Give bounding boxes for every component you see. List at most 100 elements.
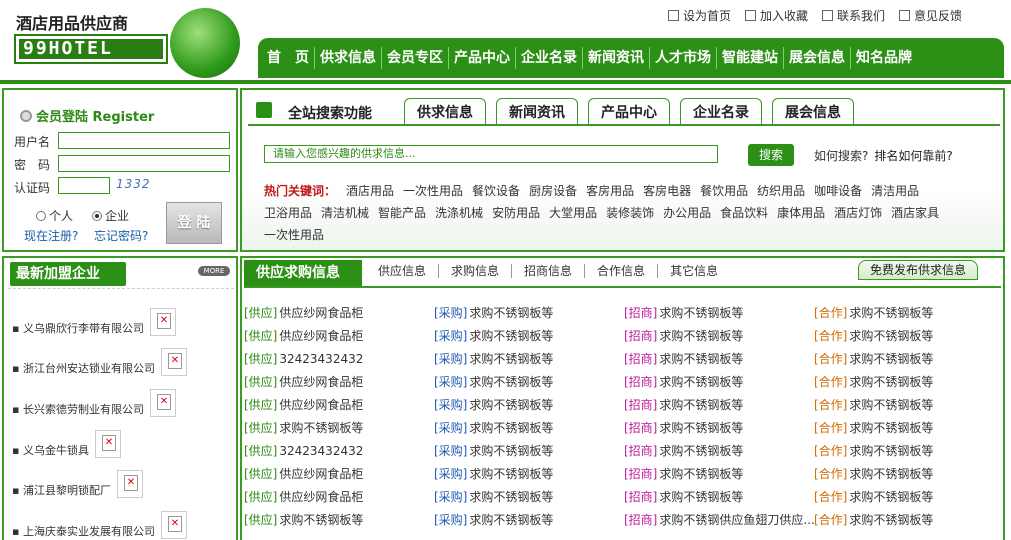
list-item[interactable]: [采购] 求购不锈钢板等 (434, 465, 624, 488)
list-item[interactable]: [合作] 求购不锈钢板等 (814, 327, 1004, 350)
hot-keyword[interactable]: 咖啡设备 (814, 184, 862, 198)
radio-personal[interactable]: 个人 (36, 207, 73, 224)
list-item[interactable]: [招商] 求购不锈钢板等 (624, 304, 814, 327)
tab-products[interactable]: 产品中心 (588, 98, 670, 125)
list-item[interactable]: [供应] 供应纱网食品柜 (244, 488, 434, 511)
list-item[interactable]: [采购] 求购不锈钢板等 (434, 488, 624, 511)
hot-keyword[interactable]: 酒店灯饰 (834, 206, 882, 220)
nav-brands[interactable]: 知名品牌 (851, 47, 917, 69)
hot-keyword[interactable]: 食品饮料 (720, 206, 768, 220)
ranking-help-link[interactable]: 排名如何靠前? (874, 149, 952, 163)
hot-keyword[interactable]: 一次性用品 (403, 184, 463, 198)
hot-keyword[interactable]: 餐饮用品 (700, 184, 748, 198)
list-item[interactable]: [供应] 求购不锈钢板等 (244, 511, 434, 534)
login-button[interactable]: 登 陆 (166, 202, 222, 244)
tab-supply[interactable]: 供求信息 (404, 98, 486, 125)
list-item[interactable]: [供应] 32423432432 (244, 442, 434, 465)
list-item[interactable]: [采购] 求购不锈钢板等 (434, 327, 624, 350)
list-item[interactable]: [合作] 求购不锈钢板等 (814, 442, 1004, 465)
search-button[interactable]: 搜索 (748, 144, 794, 166)
list-item[interactable]: [招商] 求购不锈钢板等 (624, 465, 814, 488)
hot-keyword[interactable]: 装修装饰 (606, 206, 654, 220)
list-item[interactable]: [合作] 求购不锈钢板等 (814, 304, 1004, 327)
tab-supply-info[interactable]: 供应信息 (378, 264, 440, 278)
list-item[interactable]: [供应] 供应纱网食品柜 (244, 327, 434, 350)
tab-invest-info[interactable]: 招商信息 (512, 264, 586, 278)
company-item[interactable]: ▪ 上海庆泰实业发展有限公司 (12, 511, 187, 539)
hot-keyword[interactable]: 酒店用品 (346, 184, 394, 198)
captcha-image[interactable]: 1332 (116, 177, 151, 191)
nav-directory[interactable]: 企业名录 (516, 47, 583, 69)
list-item[interactable]: [合作] 求购不锈钢板等 (814, 350, 1004, 373)
list-item[interactable]: [招商] 求购不锈钢板等 (624, 373, 814, 396)
list-item[interactable]: [供应] 求购不锈钢板等 (244, 419, 434, 442)
company-item[interactable]: ▪ 浙江台州安达锁业有限公司 (12, 348, 187, 376)
list-item[interactable]: [采购] 求购不锈钢板等 (434, 511, 624, 534)
contact-link[interactable]: 联系我们 (822, 6, 885, 24)
list-item[interactable]: [招商] 求购不锈钢板等 (624, 419, 814, 442)
hot-keyword[interactable]: 酒店家具 (891, 206, 939, 220)
tab-other-info[interactable]: 其它信息 (658, 264, 730, 278)
search-input[interactable]: 请输入您感兴趣的供求信息... (264, 145, 718, 163)
nav-supply[interactable]: 供求信息 (315, 47, 382, 69)
company-item[interactable]: ▪ 浦江县黎明锁配厂 (12, 470, 143, 498)
logo[interactable]: 酒店用品供应商 99HOTEL (12, 6, 242, 78)
list-item[interactable]: [合作] 求购不锈钢板等 (814, 511, 1004, 534)
hot-keyword[interactable]: 纺织用品 (757, 184, 805, 198)
free-post-button[interactable]: 免费发布供求信息 (858, 260, 978, 280)
radio-company[interactable]: 企业 (92, 207, 129, 224)
list-item[interactable]: [采购] 求购不锈钢板等 (434, 350, 624, 373)
list-item[interactable]: [供应] 供应纱网食品柜 (244, 396, 434, 419)
nav-members[interactable]: 会员专区 (382, 47, 449, 69)
list-item[interactable]: [采购] 求购不锈钢板等 (434, 373, 624, 396)
list-item[interactable]: [采购] 求购不锈钢板等 (434, 442, 624, 465)
hot-keyword[interactable]: 厨房设备 (529, 184, 577, 198)
list-item[interactable]: [供应] 32423432432 (244, 350, 434, 373)
hot-keyword[interactable]: 客房用品 (586, 184, 634, 198)
nav-home[interactable]: 首 页 (262, 47, 315, 69)
list-item[interactable]: [合作] 求购不锈钢板等 (814, 373, 1004, 396)
tab-coop-info[interactable]: 合作信息 (585, 264, 659, 278)
list-item[interactable]: [招商] 求购不锈钢板等 (624, 327, 814, 350)
more-button[interactable]: MORE (198, 266, 230, 276)
hot-keyword[interactable]: 清洁机械 (321, 206, 369, 220)
set-homepage-link[interactable]: 设为首页 (668, 6, 731, 24)
tab-expo[interactable]: 展会信息 (772, 98, 854, 125)
username-input[interactable] (58, 132, 230, 149)
tab-directory[interactable]: 企业名录 (680, 98, 762, 125)
hot-keyword[interactable]: 办公用品 (663, 206, 711, 220)
list-item[interactable]: [采购] 求购不锈钢板等 (434, 396, 624, 419)
company-item[interactable]: ▪ 长兴索德劳制业有限公司 (12, 389, 176, 417)
list-item[interactable]: [合作] 求购不锈钢板等 (814, 396, 1004, 419)
list-item[interactable]: [招商] 求购不锈钢板等 (624, 350, 814, 373)
nav-news[interactable]: 新闻资讯 (583, 47, 650, 69)
list-item[interactable]: [合作] 求购不锈钢板等 (814, 465, 1004, 488)
nav-jobs[interactable]: 人才市场 (650, 47, 717, 69)
password-input[interactable] (58, 155, 230, 172)
hot-keyword[interactable]: 清洁用品 (871, 184, 919, 198)
captcha-input[interactable] (58, 177, 110, 194)
company-item[interactable]: ▪ 义乌鼎欣行李带有限公司 (12, 308, 176, 336)
list-item[interactable]: [合作] 求购不锈钢板等 (814, 419, 1004, 442)
list-item[interactable]: [供应] 供应纱网食品柜 (244, 373, 434, 396)
list-item[interactable]: [采购] 求购不锈钢板等 (434, 304, 624, 327)
hot-keyword[interactable]: 餐饮设备 (472, 184, 520, 198)
hot-keyword[interactable]: 智能产品 (378, 206, 426, 220)
hot-keyword[interactable]: 安防用品 (492, 206, 540, 220)
hot-keyword[interactable]: 康体用品 (777, 206, 825, 220)
list-item[interactable]: [供应] 供应纱网食品柜 (244, 304, 434, 327)
list-item[interactable]: [供应] 供应纱网食品柜 (244, 465, 434, 488)
nav-expo[interactable]: 展会信息 (784, 47, 851, 69)
register-link[interactable]: 现在注册? (24, 227, 78, 244)
list-item[interactable]: [招商] 求购不锈钢供应鱼翅刀供应... (624, 511, 814, 534)
hot-keyword[interactable]: 大堂用品 (549, 206, 597, 220)
list-item[interactable]: [招商] 求购不锈钢板等 (624, 488, 814, 511)
list-item[interactable]: [合作] 求购不锈钢板等 (814, 488, 1004, 511)
hot-keyword[interactable]: 洗涤机械 (435, 206, 483, 220)
forgot-password-link[interactable]: 忘记密码? (94, 227, 148, 244)
hot-keyword[interactable]: 客房电器 (643, 184, 691, 198)
list-item[interactable]: [采购] 求购不锈钢板等 (434, 419, 624, 442)
hot-keyword[interactable]: 一次性用品 (264, 228, 324, 242)
company-item[interactable]: ▪ 义乌金牛锁具 (12, 430, 121, 458)
feedback-link[interactable]: 意见反馈 (899, 6, 962, 24)
